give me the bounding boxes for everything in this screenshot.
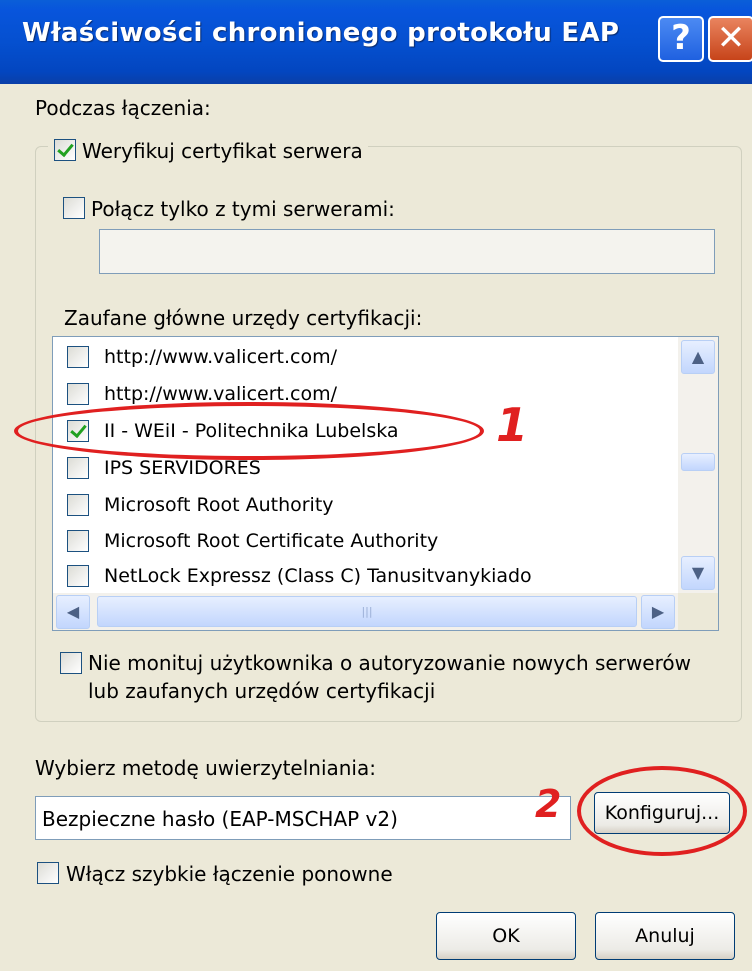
scroll-left-icon[interactable]: ◀: [56, 595, 90, 629]
list-item[interactable]: Microsoft Root Certificate Authority: [53, 522, 678, 559]
ca-checkbox[interactable]: [67, 494, 89, 516]
servers-field[interactable]: [99, 229, 715, 274]
ca-label: NetLock Expressz (Class C) Tanusitvanyki…: [104, 565, 532, 587]
ca-label: http://www.valicert.com/: [104, 346, 337, 368]
horizontal-scrollbar[interactable]: ◀ ||| ▶: [53, 593, 678, 630]
annotation-number-2: 2: [535, 782, 562, 826]
list-item[interactable]: NetLock Expressz (Class C) Tanusitvanyki…: [53, 557, 678, 594]
ca-label: Microsoft Root Authority: [104, 494, 334, 516]
help-button[interactable]: ?: [658, 16, 704, 62]
ca-label: Microsoft Root Certificate Authority: [104, 530, 439, 552]
ca-checkbox[interactable]: [67, 346, 89, 368]
annotation-oval-2: [577, 766, 747, 856]
vertical-scrollbar[interactable]: ▲ ▼: [678, 337, 718, 593]
close-button[interactable]: ✕: [708, 16, 752, 62]
annotation-number-1: 1: [496, 398, 529, 452]
ca-checkbox[interactable]: [67, 383, 89, 405]
scroll-down-icon[interactable]: ▼: [681, 556, 715, 590]
verify-cert-label: Weryfikuj certyfikat serwera: [82, 139, 363, 163]
eap-properties-dialog: Właściwości chronionego protokołu EAP ? …: [0, 0, 752, 971]
fast-reconnect-label: Włącz szybkie łączenie ponowne: [66, 862, 393, 886]
title-bar[interactable]: Właściwości chronionego protokołu EAP ? …: [0, 0, 752, 84]
scroll-up-icon[interactable]: ▲: [681, 340, 715, 374]
close-icon: ✕: [716, 18, 746, 58]
fast-reconnect-checkbox[interactable]: [37, 862, 59, 884]
scroll-right-icon[interactable]: ▶: [641, 595, 675, 629]
list-item[interactable]: http://www.valicert.com/: [53, 338, 678, 375]
ca-label: IPS SERVIDORES: [104, 457, 261, 479]
no-prompt-label-line2: lub zaufanych urzędów certyfikacji: [88, 679, 436, 703]
auth-method-value: Bezpieczne hasło (EAP-MSCHAP v2): [42, 807, 398, 831]
no-prompt-label-line1: Nie monituj użytkownika o autoryzowanie …: [88, 651, 691, 675]
dialog-title: Właściwości chronionego protokołu EAP: [22, 18, 620, 48]
ok-button[interactable]: OK: [436, 912, 576, 960]
connect-section-label: Podczas łączenia:: [35, 96, 211, 120]
no-prompt-checkbox[interactable]: [60, 652, 82, 674]
horizontal-scroll-thumb[interactable]: |||: [97, 596, 637, 627]
trusted-ca-list[interactable]: http://www.valicert.com/ http://www.vali…: [52, 336, 719, 631]
ca-checkbox[interactable]: [67, 530, 89, 552]
trusted-ca-label: Zaufane główne urzędy certyfikacji:: [64, 306, 423, 330]
ca-checkbox[interactable]: [67, 565, 89, 587]
ca-checkbox[interactable]: [67, 457, 89, 479]
connect-servers-label: Połącz tylko z tymi serwerami:: [91, 197, 395, 221]
connect-servers-checkbox[interactable]: [63, 197, 85, 219]
list-item[interactable]: Microsoft Root Authority: [53, 486, 678, 523]
auth-method-select[interactable]: Bezpieczne hasło (EAP-MSCHAP v2): [35, 796, 571, 840]
help-icon: ?: [671, 18, 691, 58]
verify-cert-checkbox[interactable]: [54, 139, 76, 161]
annotation-oval-1: [14, 402, 484, 460]
vertical-scroll-thumb[interactable]: [681, 453, 715, 471]
cancel-button[interactable]: Anuluj: [595, 912, 735, 960]
auth-method-label: Wybierz metodę uwierzytelniania:: [35, 756, 376, 780]
